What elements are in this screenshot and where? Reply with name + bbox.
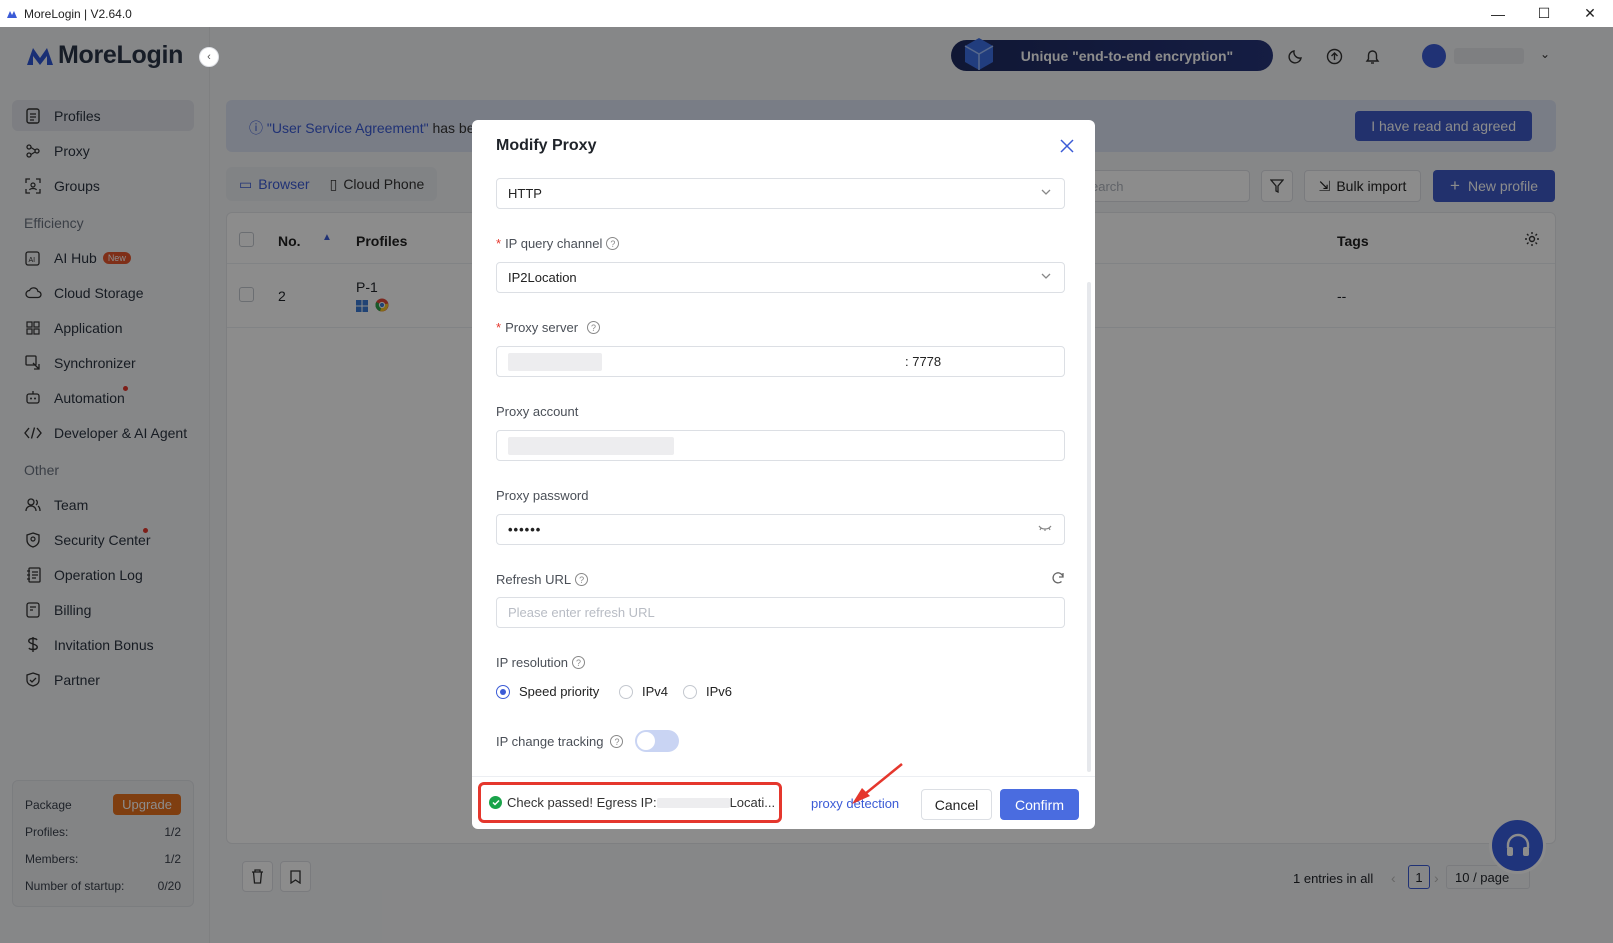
dialog-header: Modify Proxy xyxy=(472,120,1095,172)
toggle-knob xyxy=(637,732,655,750)
refresh-url-input[interactable]: Please enter refresh URL xyxy=(496,597,1065,628)
radio-ipv6[interactable]: IPv6 xyxy=(683,684,732,699)
ip-channel-label: * IP query channel? xyxy=(496,236,620,251)
maximize-button[interactable]: ☐ xyxy=(1521,0,1567,27)
ip-resolution-label: IP resolution? xyxy=(496,655,586,670)
modify-proxy-dialog: Modify Proxy HTTP * IP query channel? IP2… xyxy=(472,120,1095,829)
check-success-icon xyxy=(489,796,502,809)
radio-ipv4[interactable]: IPv4 xyxy=(619,684,668,699)
radio-circle xyxy=(683,684,697,699)
account-redacted xyxy=(508,436,674,455)
refresh-url-label: Refresh URL? xyxy=(496,572,589,587)
collapse-sidebar-button[interactable]: ‹ xyxy=(199,47,219,67)
required-mark: * xyxy=(496,236,502,251)
proxy-host-redacted xyxy=(508,352,602,371)
protocol-value: HTTP xyxy=(508,186,542,201)
minimize-button[interactable]: — xyxy=(1475,0,1521,27)
radio-circle xyxy=(496,684,510,699)
proxy-server-input[interactable]: : 7778 xyxy=(496,346,1065,377)
check-result-suffix: Locati... xyxy=(729,795,776,810)
help-icon[interactable]: ? xyxy=(610,735,624,748)
proxy-account-input[interactable] xyxy=(496,430,1065,461)
ip-resolution-text: IP resolution xyxy=(496,655,569,670)
required-mark: * xyxy=(496,320,502,335)
radio-circle xyxy=(619,684,633,699)
proxy-port: : 7778 xyxy=(905,354,942,369)
proxy-server-text: Proxy server xyxy=(505,320,579,335)
window-title: MoreLogin | V2.64.0 xyxy=(24,6,132,21)
close-window-button[interactable]: ✕ xyxy=(1567,0,1613,27)
dialog-footer: Check passed! Egress IP: Locati... proxy… xyxy=(472,776,1095,829)
app-logo-icon xyxy=(7,10,17,18)
refresh-url-text: Refresh URL xyxy=(496,572,572,587)
ip-channel-text: IP query channel xyxy=(505,236,603,251)
help-icon[interactable]: ? xyxy=(572,656,586,669)
protocol-select[interactable]: HTTP xyxy=(496,178,1065,209)
egress-ip-redacted xyxy=(656,797,730,808)
close-icon[interactable] xyxy=(1057,136,1077,156)
ip-channel-select[interactable]: IP2Location xyxy=(496,262,1065,293)
radio-label: IPv6 xyxy=(706,684,733,699)
cancel-button[interactable]: Cancel xyxy=(921,789,992,820)
proxy-server-label: * Proxy server? xyxy=(496,320,601,335)
help-icon[interactable]: ? xyxy=(606,237,620,250)
title-bar: MoreLogin | V2.64.0 — ☐ ✕ xyxy=(0,0,1613,27)
ip-tracking-label: IP change tracking? xyxy=(496,734,624,749)
radio-label: Speed priority xyxy=(519,684,600,699)
chevron-down-icon xyxy=(1041,189,1051,195)
proxy-password-label: Proxy password xyxy=(496,488,589,503)
password-dots: •••••• xyxy=(508,522,542,537)
refresh-icon[interactable] xyxy=(1051,571,1065,588)
proxy-password-input[interactable]: •••••• xyxy=(496,514,1065,545)
dialog-body: HTTP * IP query channel? IP2Location * Pro… xyxy=(472,172,1095,776)
radio-label: IPv4 xyxy=(642,684,669,699)
proxy-account-label: Proxy account xyxy=(496,404,579,419)
confirm-button[interactable]: Confirm xyxy=(1000,789,1079,820)
dialog-scrollbar[interactable] xyxy=(1087,282,1091,772)
dialog-title: Modify Proxy xyxy=(496,137,597,154)
eye-closed-icon[interactable] xyxy=(1038,524,1052,532)
help-icon[interactable]: ? xyxy=(587,321,601,334)
check-result: Check passed! Egress IP: Locati... xyxy=(478,782,782,823)
annotation-arrow-icon xyxy=(852,763,903,804)
ip-tracking-text: IP change tracking xyxy=(496,734,604,749)
help-icon[interactable]: ? xyxy=(575,573,589,586)
refresh-url-placeholder: Please enter refresh URL xyxy=(508,605,655,620)
radio-speed-priority[interactable]: Speed priority xyxy=(496,684,599,699)
ip-channel-value: IP2Location xyxy=(508,270,577,285)
check-result-prefix: Check passed! Egress IP: xyxy=(507,795,657,810)
ip-tracking-toggle[interactable] xyxy=(635,730,679,752)
chevron-down-icon xyxy=(1041,273,1051,279)
